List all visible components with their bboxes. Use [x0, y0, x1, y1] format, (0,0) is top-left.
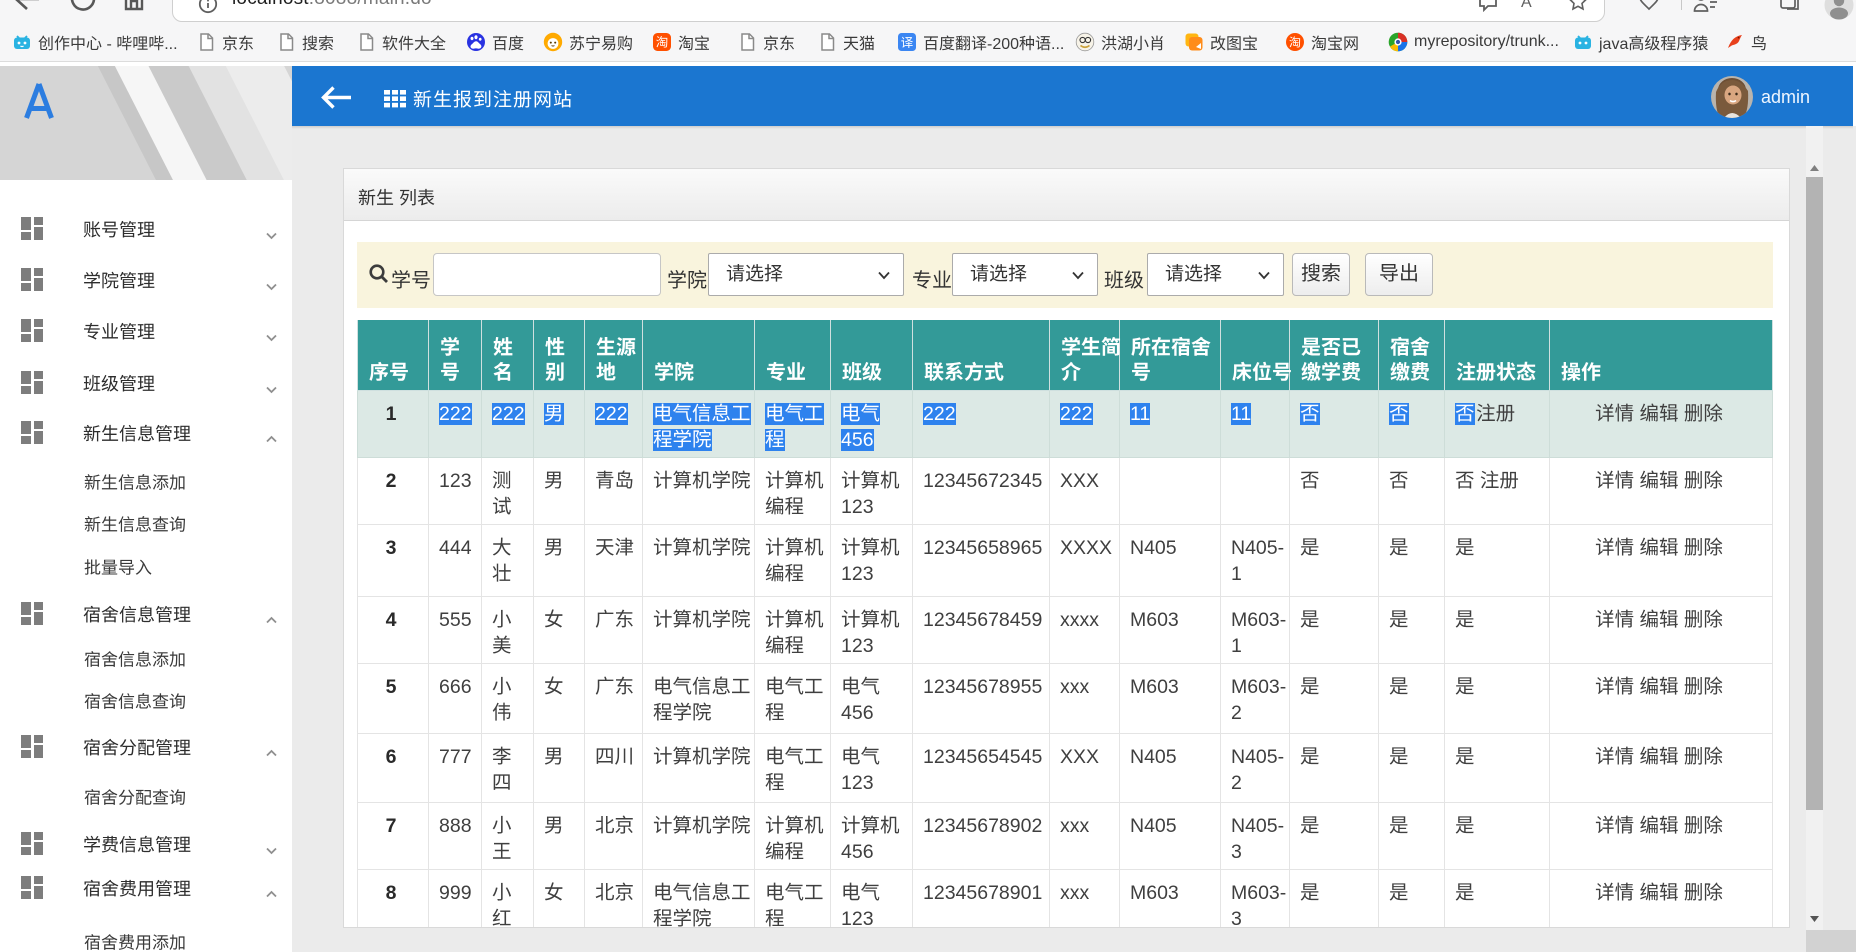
- svg-text:Aʺʺ: Aʺʺ: [1521, 0, 1543, 11]
- svg-text:淘: 淘: [656, 32, 669, 51]
- svg-text:淘: 淘: [1289, 33, 1301, 50]
- svg-text:译: 译: [901, 32, 914, 51]
